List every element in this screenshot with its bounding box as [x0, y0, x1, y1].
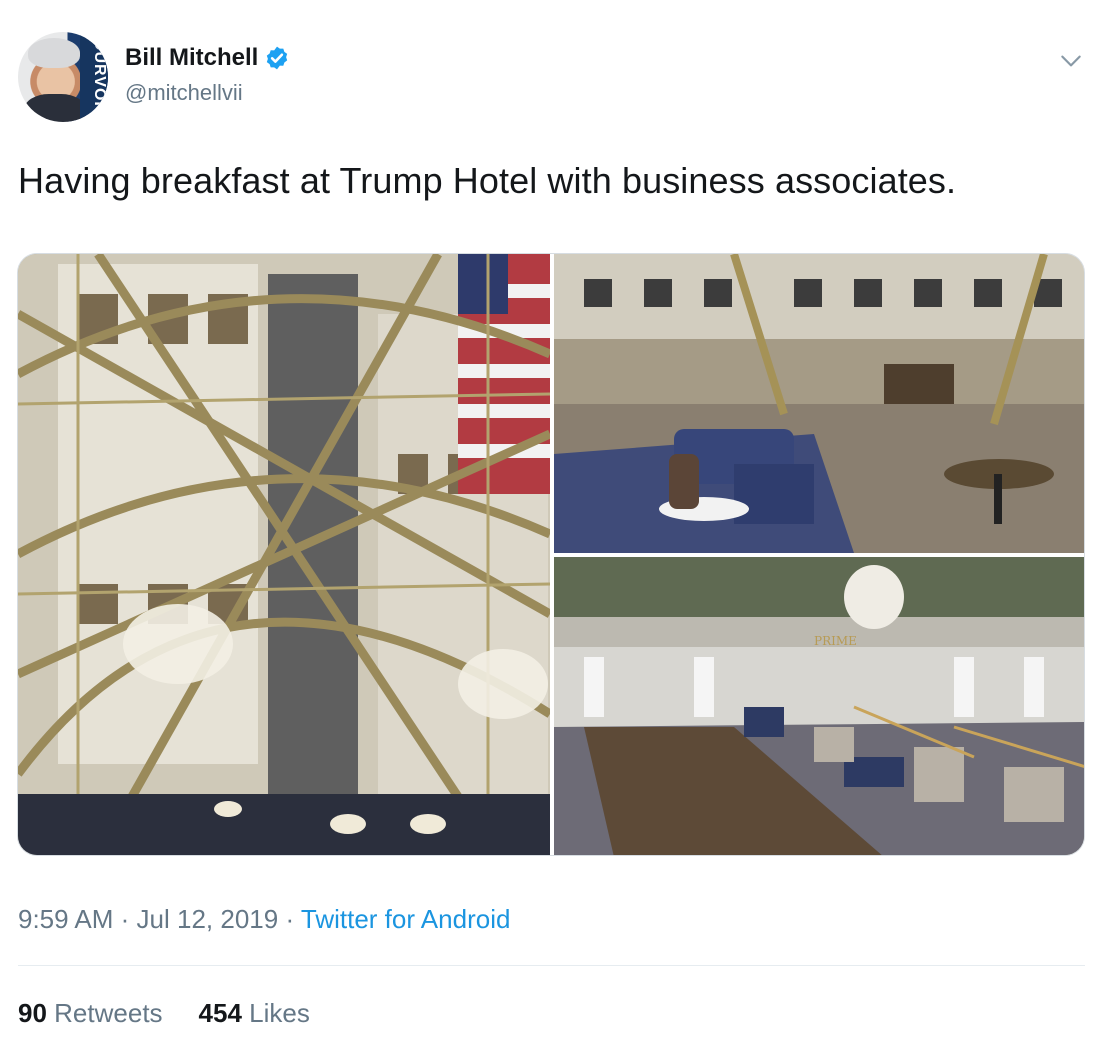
user-handle[interactable]: @mitchellvii: [125, 80, 290, 106]
lobby-lounge-photo[interactable]: [554, 254, 1084, 553]
chevron-down-icon[interactable]: [1058, 48, 1084, 74]
tweet-text: Having breakfast at Trump Hotel with bus…: [18, 160, 957, 201]
likes-stat[interactable]: 454 Likes: [199, 998, 310, 1029]
tweet-header: OURVOICE Bill Mitchell @mitchellvii: [18, 32, 1088, 124]
tweet-time[interactable]: 9:59 AM: [18, 904, 113, 934]
prime-sign: PRIME: [814, 634, 857, 648]
media-grid: PRIME: [17, 253, 1085, 856]
avatar-logo-text: OURVOICE: [80, 32, 108, 122]
verified-badge-icon: [267, 46, 288, 70]
atrium-photo[interactable]: [18, 254, 550, 855]
tweet-stats: 90 Retweets 454 Likes: [18, 998, 310, 1029]
retweets-stat[interactable]: 90 Retweets: [18, 998, 163, 1029]
divider: [18, 965, 1085, 966]
tweet-date[interactable]: Jul 12, 2019: [137, 904, 279, 934]
author-block: Bill Mitchell @mitchellvii: [125, 44, 290, 106]
tweet-source-link[interactable]: Twitter for Android: [301, 904, 511, 934]
display-name[interactable]: Bill Mitchell: [125, 44, 258, 72]
lobby-prime-photo[interactable]: PRIME: [554, 557, 1084, 855]
avatar[interactable]: OURVOICE: [18, 32, 108, 122]
tweet-meta: 9:59 AM · Jul 12, 2019 · Twitter for And…: [18, 904, 511, 934]
